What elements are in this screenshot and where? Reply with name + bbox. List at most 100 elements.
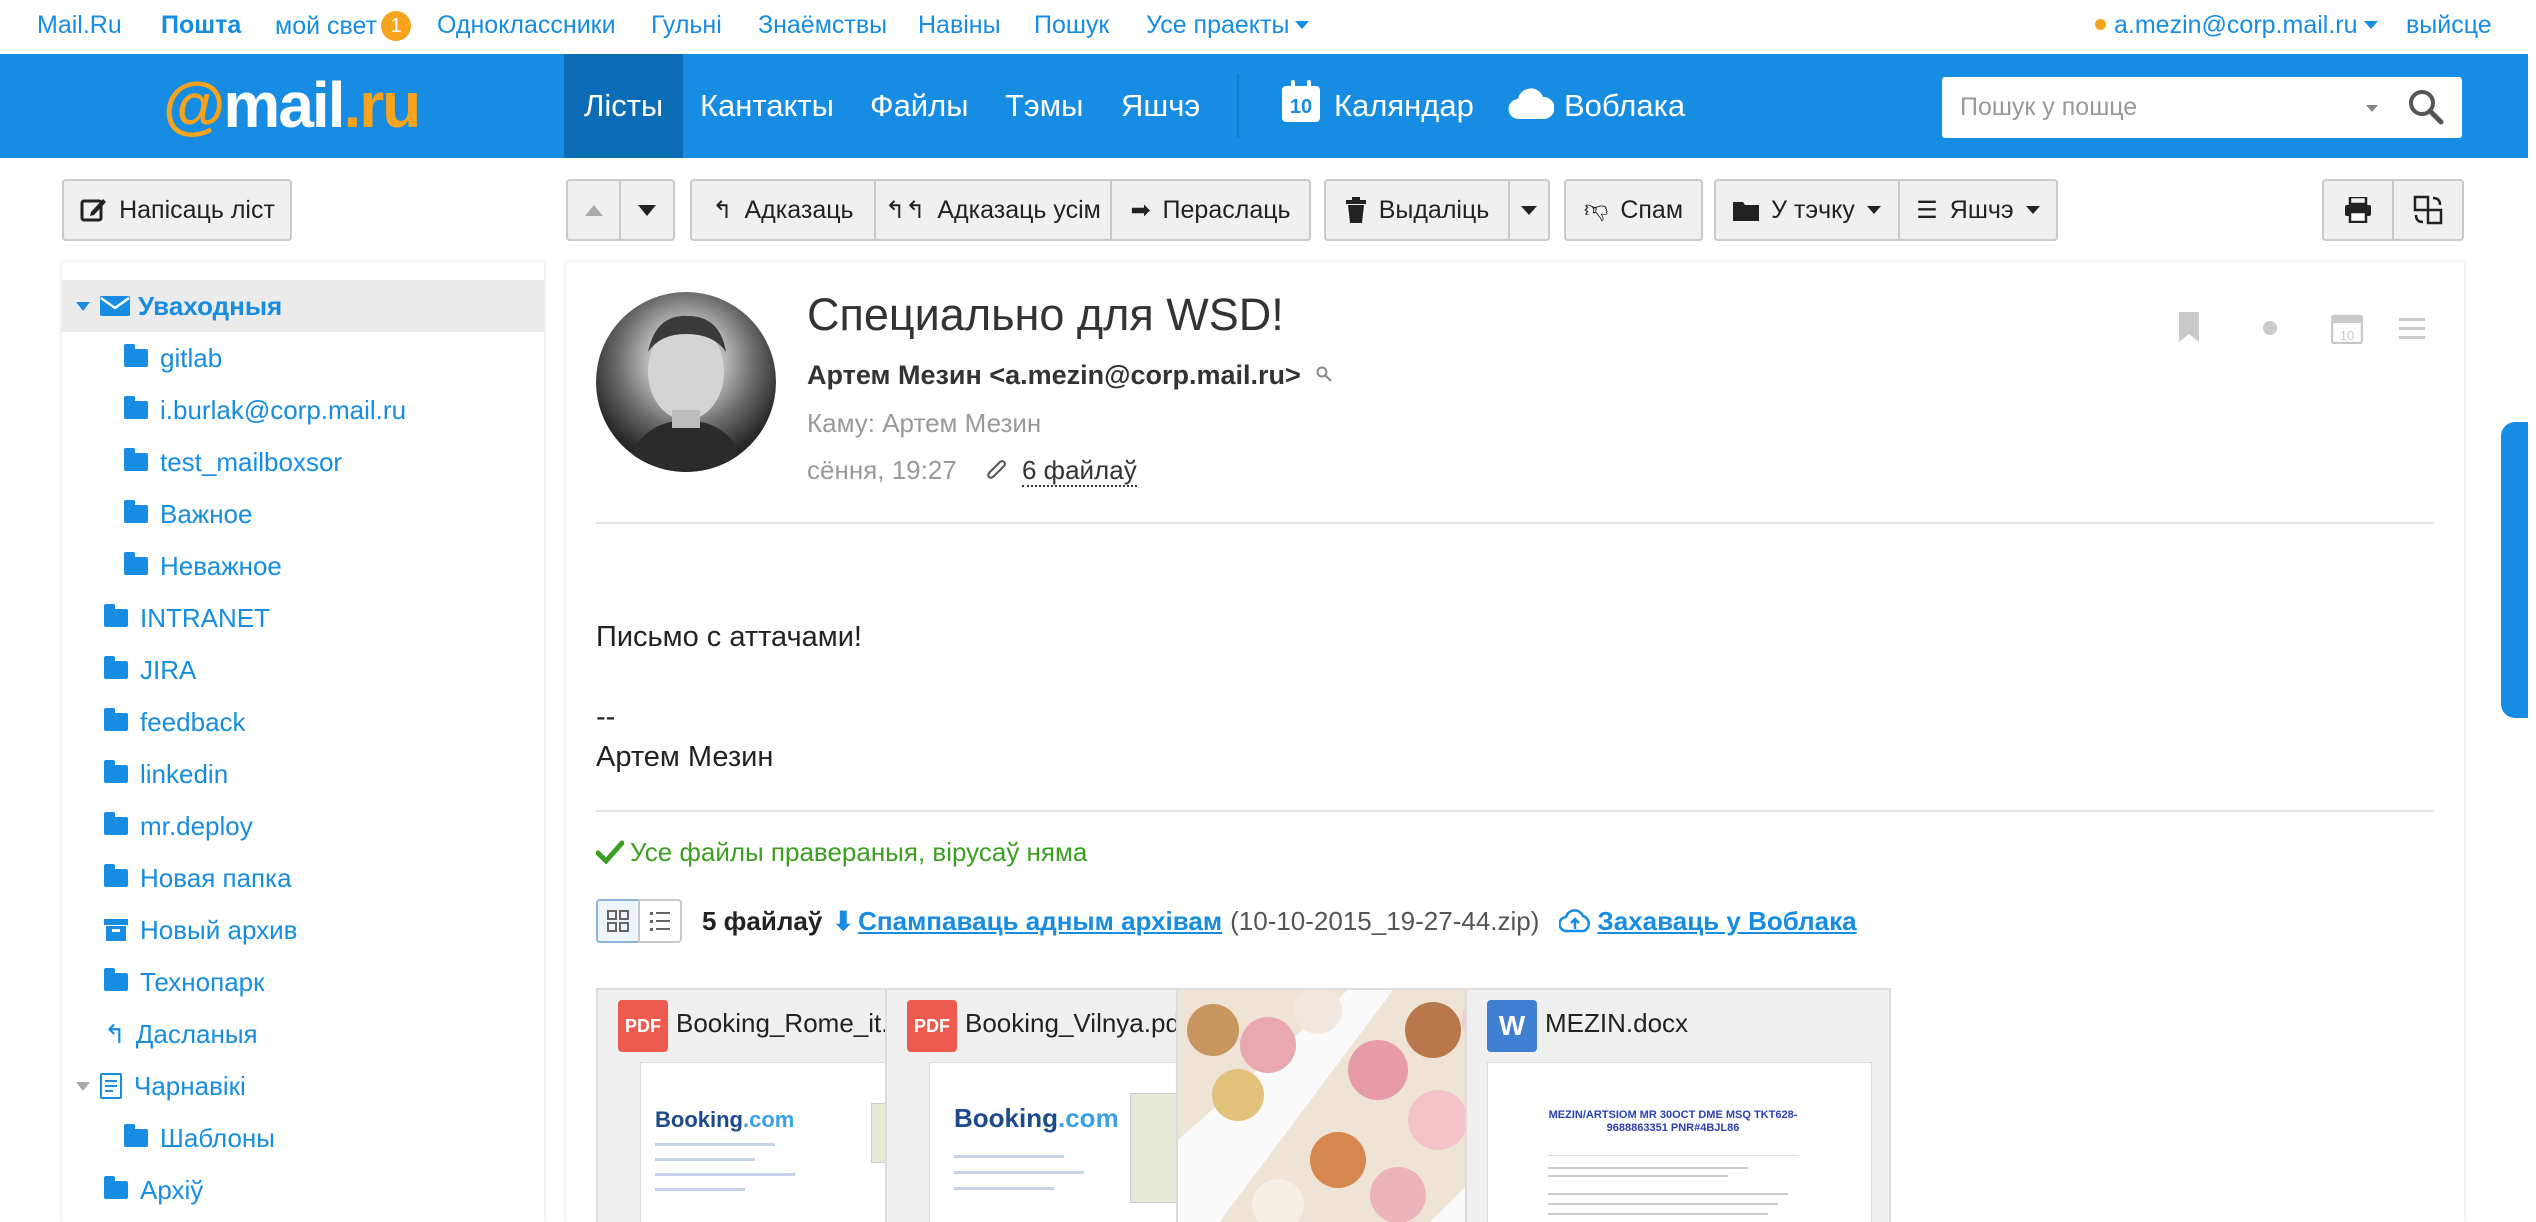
folder-new-folder[interactable]: Новая папка [62, 852, 544, 904]
portal-link-search[interactable]: Пошук [1034, 11, 1109, 40]
delete-options-button[interactable] [1508, 179, 1550, 241]
portal-link-news[interactable]: Навіны [918, 11, 1001, 40]
read-status-icon[interactable] [2262, 320, 2278, 336]
virus-check-label: Усе файлы правераныя, вірусаў няма [630, 837, 1088, 867]
word-icon: W [1487, 1000, 1537, 1052]
print-button[interactable] [2322, 179, 2394, 241]
logout-link[interactable]: выйсце [2406, 11, 2492, 40]
translate-icon [2413, 195, 2443, 225]
folder-mr-deploy[interactable]: mr.deploy [62, 800, 544, 852]
chevron-down-icon [2025, 206, 2040, 214]
spam-button[interactable]: 👎︎ Спам [1564, 179, 1703, 241]
folder-label: test_mailboxsor [160, 446, 343, 477]
spam-label: Спам [1620, 195, 1684, 224]
nav-files[interactable]: Файлы [870, 54, 969, 158]
download-archive-link[interactable]: Спампаваць адным архівам [858, 906, 1222, 937]
list-view-button[interactable] [638, 899, 682, 943]
calendar-icon-day: 10 [1289, 96, 1313, 118]
folder-new-archive[interactable]: Новый архив [62, 904, 544, 956]
nav-letters[interactable]: Лісты [564, 54, 684, 158]
portal-link-myworld[interactable]: мой свет 1 [275, 11, 412, 41]
folder-intranet[interactable]: INTRANET [62, 592, 544, 644]
nav-contacts[interactable]: Кантакты [700, 54, 834, 158]
folder-iburlak[interactable]: i.burlak@corp.mail.ru [62, 384, 544, 436]
nav-cloud[interactable]: Воблака [1508, 54, 1685, 158]
folder-label: gitlab [160, 342, 223, 373]
translate-button[interactable] [2392, 179, 2464, 241]
menu-icon[interactable] [2399, 318, 2425, 340]
bookmark-icon[interactable] [2178, 312, 2200, 342]
nav-cloud-label: Воблака [1564, 88, 1686, 123]
folder-unimportant[interactable]: Неважное [62, 540, 544, 592]
preview-line [954, 1171, 1084, 1174]
portal-link-games[interactable]: Гульні [651, 11, 722, 40]
booking-logo-suffix: .com [743, 1107, 795, 1132]
folder-technopark[interactable]: Технопарк [62, 956, 544, 1008]
search-icon[interactable] [2408, 89, 2444, 125]
folder-label: linkedin [140, 758, 229, 789]
folder-important[interactable]: Важное [62, 488, 544, 540]
folder-icon [104, 656, 128, 679]
folder-drafts[interactable]: Чарнавікі [62, 1060, 544, 1112]
portal-link-all-projects[interactable]: Усе праекты [1146, 11, 1310, 40]
folder-linkedin[interactable]: linkedin [62, 748, 544, 800]
attachments-link[interactable]: 6 файлаў [986, 455, 1137, 487]
delete-button[interactable]: Выдаліць [1324, 179, 1510, 241]
search-input[interactable] [1960, 87, 2340, 127]
more-actions-button[interactable]: ☰ Яшчэ [1898, 179, 2058, 241]
sent-arrow-icon: ↰ [104, 1018, 126, 1049]
folder-feedback[interactable]: feedback [62, 696, 544, 748]
compose-button[interactable]: Напісаць ліст [62, 179, 292, 241]
compose-label: Напісаць ліст [119, 195, 275, 224]
message-from[interactable]: Артем Мезин <a.mezin@corp.mail.ru> [807, 360, 1332, 391]
mailru-logo[interactable]: @ mail. ru [163, 69, 421, 141]
folder-icon [104, 968, 128, 991]
account-menu[interactable]: a.mezin@corp.mail.ru [2095, 11, 2378, 40]
next-message-button[interactable] [619, 179, 675, 241]
portal-link-dating[interactable]: Знаёмствы [758, 11, 887, 40]
nav-themes[interactable]: Тэмы [1005, 54, 1083, 158]
folder-templates[interactable]: Шаблоны [62, 1112, 544, 1164]
grid-view-button[interactable] [596, 899, 640, 943]
search-icon[interactable] [1316, 366, 1332, 382]
calendar-icon: 10 [1282, 80, 1320, 122]
forward-icon: ➡ [1130, 196, 1151, 224]
portal-link-mailru[interactable]: Mail.Ru [37, 11, 122, 40]
search-options-icon[interactable] [2366, 105, 2378, 112]
download-icon: ⬇ [832, 905, 855, 936]
attachment-preview: MEZIN/ARTSIOM MR 30OCT DME MSQ TKT628-96… [1487, 1062, 1872, 1222]
folder-archive[interactable]: Архіў [62, 1164, 544, 1216]
save-to-cloud-link[interactable]: Захаваць у Воблака [1597, 906, 1856, 937]
folder-label: i.burlak@corp.mail.ru [160, 394, 407, 425]
chevron-down-icon [2363, 21, 2378, 29]
scroll-to-top-tab[interactable] [2501, 422, 2528, 718]
portal-link-ok[interactable]: Одноклассники [437, 11, 616, 40]
nav-calendar[interactable]: 10 Каляндар [1282, 54, 1474, 158]
folder-test-mailboxsor[interactable]: test_mailboxsor [62, 436, 544, 488]
reply-all-icon: ↰↰ [885, 196, 926, 224]
folder-inbox[interactable]: Уваходныя [62, 280, 544, 332]
reply-all-button[interactable]: ↰↰ Адказаць усім [874, 179, 1112, 241]
prev-message-button[interactable] [566, 179, 621, 241]
avatar-photo [626, 315, 746, 472]
sender-avatar[interactable] [596, 292, 776, 472]
booking-logo-text: Booking [954, 1103, 1058, 1133]
portal-link-myworld-label: мой свет [275, 12, 378, 40]
arrow-up-icon [584, 204, 603, 216]
message-body: Письмо с аттачами! -- Артем Мезин [596, 621, 862, 773]
nav-more[interactable]: Яшчэ [1121, 54, 1200, 158]
message-subject: Специально для WSD! [807, 289, 1284, 340]
logo-mail: mail [223, 69, 345, 141]
booking-logo: Booking.com [954, 1103, 1119, 1134]
move-to-folder-button[interactable]: У тэчку [1714, 179, 1900, 241]
portal-link-mail[interactable]: Пошта [161, 11, 241, 40]
folder-sent[interactable]: ↰ Дасланыя [62, 1008, 544, 1060]
attachments-total: 5 файлаў [702, 905, 823, 936]
attachment-card[interactable]: W MEZIN.docx MEZIN/ARTSIOM MR 30OCT DME … [1465, 988, 1891, 1222]
folder-jira[interactable]: JIRA [62, 644, 544, 696]
folder-gitlab[interactable]: gitlab [62, 332, 544, 384]
reply-button[interactable]: ↰ Адказаць [690, 179, 876, 241]
forward-button[interactable]: ➡ Пераслаць [1110, 179, 1311, 241]
attachments-toolbar: 5 файлаў ⬇ Спампаваць адным архівам (10-… [596, 899, 1857, 943]
calendar-icon[interactable]: 10 [2331, 312, 2363, 344]
